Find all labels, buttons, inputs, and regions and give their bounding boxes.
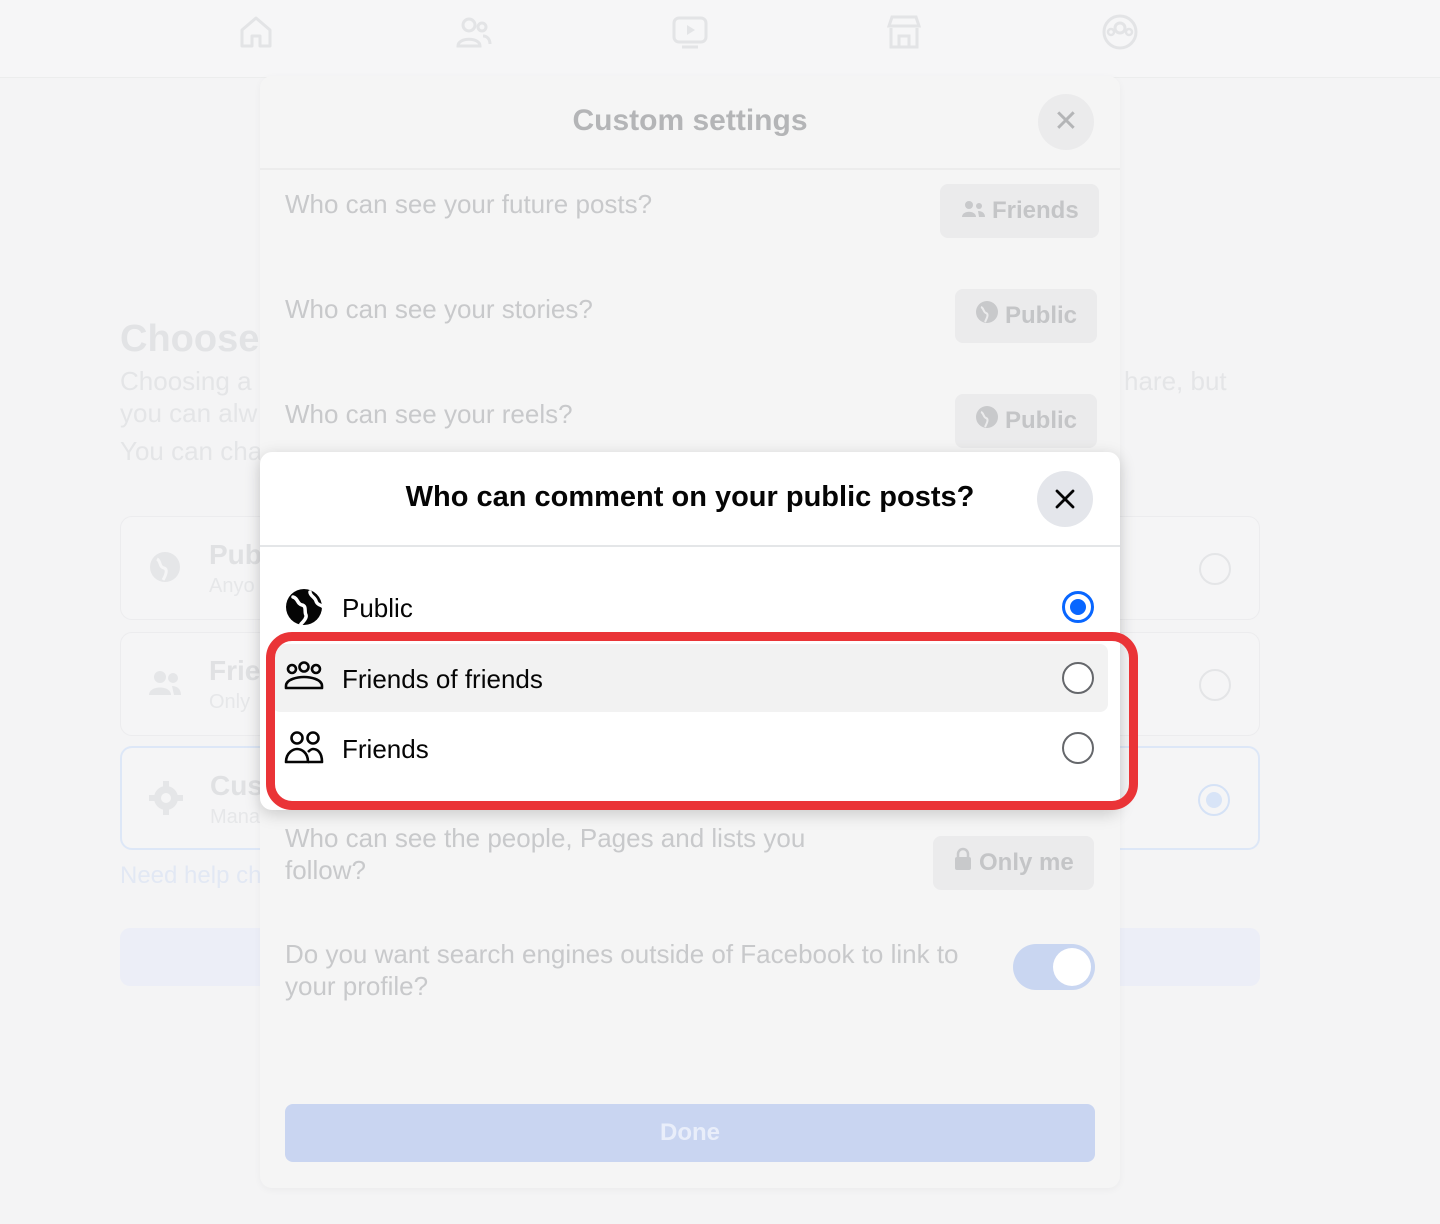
card-subtitle: Only bbox=[209, 691, 251, 713]
audience-value: Public bbox=[1005, 407, 1078, 434]
audience-value: Friends bbox=[992, 197, 1079, 224]
globe-icon bbox=[145, 547, 185, 587]
video-icon[interactable] bbox=[670, 12, 710, 52]
page-heading: Choose bbox=[120, 318, 260, 360]
card-subtitle: Anyo bbox=[209, 575, 255, 597]
done-button[interactable]: Done bbox=[285, 1104, 1095, 1162]
globe-icon bbox=[975, 395, 999, 449]
radio-button[interactable] bbox=[1062, 591, 1094, 623]
close-icon: ✕ bbox=[1053, 105, 1079, 138]
page-description-line: You can cha bbox=[120, 436, 263, 466]
modal-header: Custom settings ✕ bbox=[260, 76, 1120, 170]
setting-question: your profile? bbox=[285, 971, 429, 1001]
highlight-annotation bbox=[266, 632, 1138, 810]
option-public[interactable]: Public bbox=[272, 573, 1108, 641]
home-icon[interactable] bbox=[236, 12, 276, 52]
page-description-line: you can alw bbox=[120, 398, 258, 428]
friends-icon[interactable] bbox=[454, 12, 494, 52]
close-button[interactable] bbox=[1037, 471, 1093, 527]
friends-icon bbox=[145, 663, 185, 703]
card-radio[interactable] bbox=[1199, 553, 1231, 585]
card-radio[interactable] bbox=[1199, 669, 1231, 701]
audience-selector-button[interactable]: Only me bbox=[933, 836, 1094, 890]
setting-question: Who can see your future posts? bbox=[285, 189, 653, 219]
setting-question: Who can see your reels? bbox=[285, 399, 573, 429]
audience-selector-button[interactable]: Friends bbox=[940, 184, 1099, 238]
audience-selector-button[interactable]: Public bbox=[955, 394, 1098, 449]
lock-icon bbox=[953, 837, 973, 891]
card-radio[interactable] bbox=[1198, 784, 1230, 816]
card-title: Cus bbox=[210, 770, 263, 801]
card-subtitle: Mana bbox=[210, 806, 261, 828]
dialog-title: Who can comment on your public posts? bbox=[405, 481, 975, 513]
help-link[interactable]: Need help ch bbox=[120, 862, 261, 890]
audience-selector-button[interactable]: Public bbox=[955, 289, 1098, 344]
setting-question: Who can see your stories? bbox=[285, 294, 593, 324]
card-title: Frie bbox=[209, 655, 261, 686]
globe-icon bbox=[284, 587, 324, 627]
setting-question: follow? bbox=[285, 855, 366, 885]
top-navigation-bar bbox=[0, 0, 1440, 78]
audience-value: Only me bbox=[979, 849, 1074, 876]
option-label: Public bbox=[342, 593, 413, 623]
close-icon bbox=[1055, 489, 1075, 509]
search-engine-toggle[interactable] bbox=[1013, 944, 1095, 990]
dialog-header: Who can comment on your public posts? bbox=[260, 452, 1120, 547]
groups-icon[interactable] bbox=[1100, 12, 1140, 52]
card-title: Pub bbox=[209, 539, 262, 570]
gear-icon bbox=[146, 778, 186, 818]
globe-icon bbox=[975, 290, 999, 344]
page-description-line: hare, but bbox=[1124, 366, 1227, 396]
page-description-line: Choosing a bbox=[120, 366, 252, 396]
marketplace-icon[interactable] bbox=[884, 12, 924, 52]
setting-question: Do you want search engines outside of Fa… bbox=[285, 939, 959, 969]
close-button[interactable]: ✕ bbox=[1038, 94, 1094, 150]
modal-title: Custom settings bbox=[572, 104, 808, 137]
friends-icon bbox=[960, 185, 986, 239]
setting-question: Who can see the people, Pages and lists … bbox=[285, 823, 806, 853]
audience-value: Public bbox=[1005, 302, 1078, 329]
